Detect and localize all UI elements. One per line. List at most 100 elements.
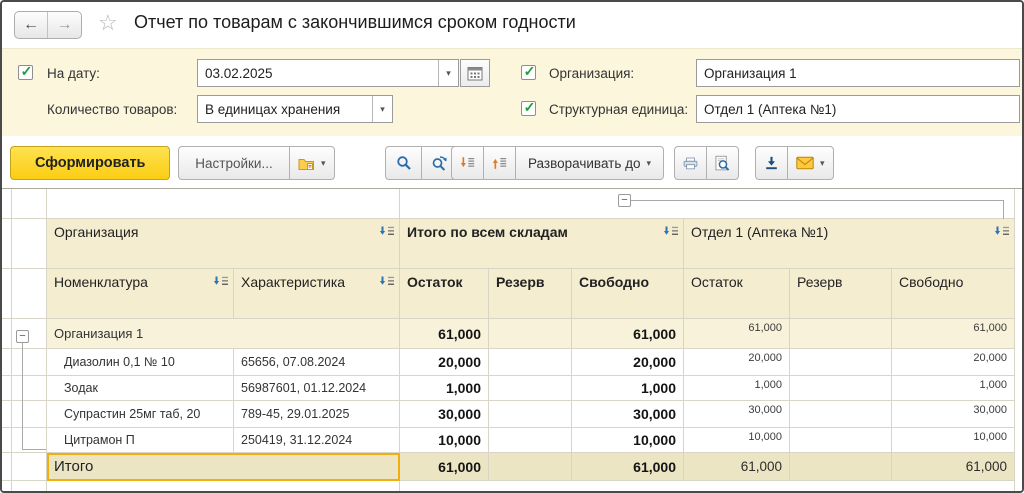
header-total-reserve[interactable]: Резерв [489,269,572,319]
value-cell[interactable]: 61,000 [892,453,1015,481]
item-characteristic[interactable]: 250419, 31.12.2024 [234,428,400,453]
margin-cell [2,269,12,319]
value-cell[interactable]: 61,000 [400,319,489,349]
value-cell[interactable]: 1,000 [572,376,684,401]
header-dept-group[interactable]: Отдел 1 (Аптека №1) [684,219,1015,269]
item-characteristic[interactable]: 65656, 07.08.2024 [234,349,400,376]
value-cell[interactable]: 61,000 [684,319,790,349]
quantity-dropdown-button[interactable]: ▾ [372,96,392,122]
sort-icon[interactable] [663,226,679,237]
forward-button[interactable]: → [48,12,81,38]
item-name[interactable]: Цитрамон П [47,428,234,453]
header-total-balance[interactable]: Остаток [400,269,489,319]
value-cell[interactable]: 61,000 [572,319,684,349]
value-cell[interactable]: 20,000 [684,349,790,376]
item-name[interactable]: Диазолин 0,1 № 10 [47,349,234,376]
calendar-button[interactable] [460,59,490,87]
value-cell[interactable]: 20,000 [400,349,489,376]
value-cell[interactable]: 61,000 [400,453,489,481]
settings-button[interactable]: Настройки... [178,146,290,180]
header-dept-balance[interactable]: Остаток [684,269,790,319]
value-cell[interactable]: 10,000 [684,428,790,453]
column-bracket-line [1003,200,1004,219]
value-cell[interactable]: 20,000 [892,349,1015,376]
forward-icon: → [57,16,73,34]
value-cell[interactable]: 1,000 [400,376,489,401]
header-nomenclature[interactable]: Номенклатура [47,269,234,319]
send-mail-button[interactable]: ▾ [787,146,834,180]
header-total-free[interactable]: Свободно [572,269,684,319]
print-preview-button[interactable] [706,146,739,180]
value-cell[interactable]: 1,000 [684,376,790,401]
header-balance-label: Остаток [691,274,743,290]
expand-all-button[interactable] [483,146,516,180]
group-row-name[interactable]: Организация 1 [47,319,400,349]
header-characteristic[interactable]: Характеристика [234,269,400,319]
header-dept-free[interactable]: Свободно [892,269,1015,319]
collapse-group-button[interactable]: − [16,330,29,343]
value-cell[interactable]: 30,000 [572,401,684,428]
item-characteristic[interactable]: 56987601, 01.12.2024 [234,376,400,401]
item-characteristic[interactable]: 789-45, 29.01.2025 [234,401,400,428]
save-button[interactable] [755,146,788,180]
unit-checkbox[interactable]: ✓ [521,101,536,116]
find-button[interactable] [385,146,422,180]
quantity-select[interactable] [198,96,392,122]
on-date-checkbox[interactable]: ✓ [18,65,33,80]
item-name[interactable]: Зодак [47,376,234,401]
item-name[interactable]: Супрастин 25мг таб, 20 [47,401,234,428]
sort-icon[interactable] [213,276,229,287]
total-row-label[interactable]: Итого [47,453,400,481]
value-cell[interactable] [489,319,572,349]
print-button[interactable] [674,146,707,180]
value-cell[interactable]: 30,000 [892,401,1015,428]
margin-cell [2,453,12,481]
margin-cell [2,401,12,428]
value-cell[interactable] [489,376,572,401]
collapse-columns-button[interactable]: − [618,194,631,207]
value-cell[interactable]: 30,000 [400,401,489,428]
unit-input[interactable] [697,96,1019,122]
header-total-group[interactable]: Итого по всем складам [400,219,684,269]
value-cell[interactable]: 61,000 [684,453,790,481]
value-cell[interactable] [790,319,892,349]
back-button[interactable]: ← [15,12,48,38]
value-cell[interactable] [790,428,892,453]
value-cell[interactable]: 30,000 [684,401,790,428]
header-organization[interactable]: Организация [47,219,400,269]
value-cell[interactable] [790,453,892,481]
value-cell[interactable] [790,401,892,428]
value-cell[interactable]: 10,000 [400,428,489,453]
value-cell[interactable]: 10,000 [892,428,1015,453]
sort-icon[interactable] [994,226,1010,237]
expand-groups-icon [492,155,507,171]
value-cell[interactable]: 1,000 [892,376,1015,401]
date-dropdown-button[interactable]: ▾ [438,60,458,86]
generate-button[interactable]: Сформировать [10,146,170,180]
header-dept-reserve[interactable]: Резерв [790,269,892,319]
spacer-cell [47,481,400,492]
value-cell[interactable] [489,428,572,453]
date-input[interactable] [198,60,458,86]
value-cell[interactable]: 20,000 [572,349,684,376]
sort-icon[interactable] [379,276,395,287]
report-variants-button[interactable]: ▾ [289,146,335,180]
value-cell[interactable] [489,349,572,376]
value-cell[interactable]: 61,000 [572,453,684,481]
value-cell[interactable] [489,453,572,481]
value-cell[interactable]: 10,000 [572,428,684,453]
expand-to-button[interactable]: Разворачивать до ▾ [515,146,664,180]
sort-icon[interactable] [379,226,395,237]
value-cell[interactable] [790,376,892,401]
nav-buttons: ← → [14,11,82,39]
organization-checkbox[interactable]: ✓ [521,65,536,80]
header-total-group-label: Итого по всем складам [407,224,568,240]
report-toolbar: Сформировать Настройки... ▾ [2,136,1022,188]
value-cell[interactable] [489,401,572,428]
collapse-all-button[interactable] [451,146,484,180]
value-cell[interactable]: 61,000 [892,319,1015,349]
value-cell[interactable] [790,349,892,376]
favorite-star-icon[interactable]: ☆ [98,10,118,36]
minus-icon: − [621,195,627,206]
organization-input[interactable] [697,60,1019,86]
